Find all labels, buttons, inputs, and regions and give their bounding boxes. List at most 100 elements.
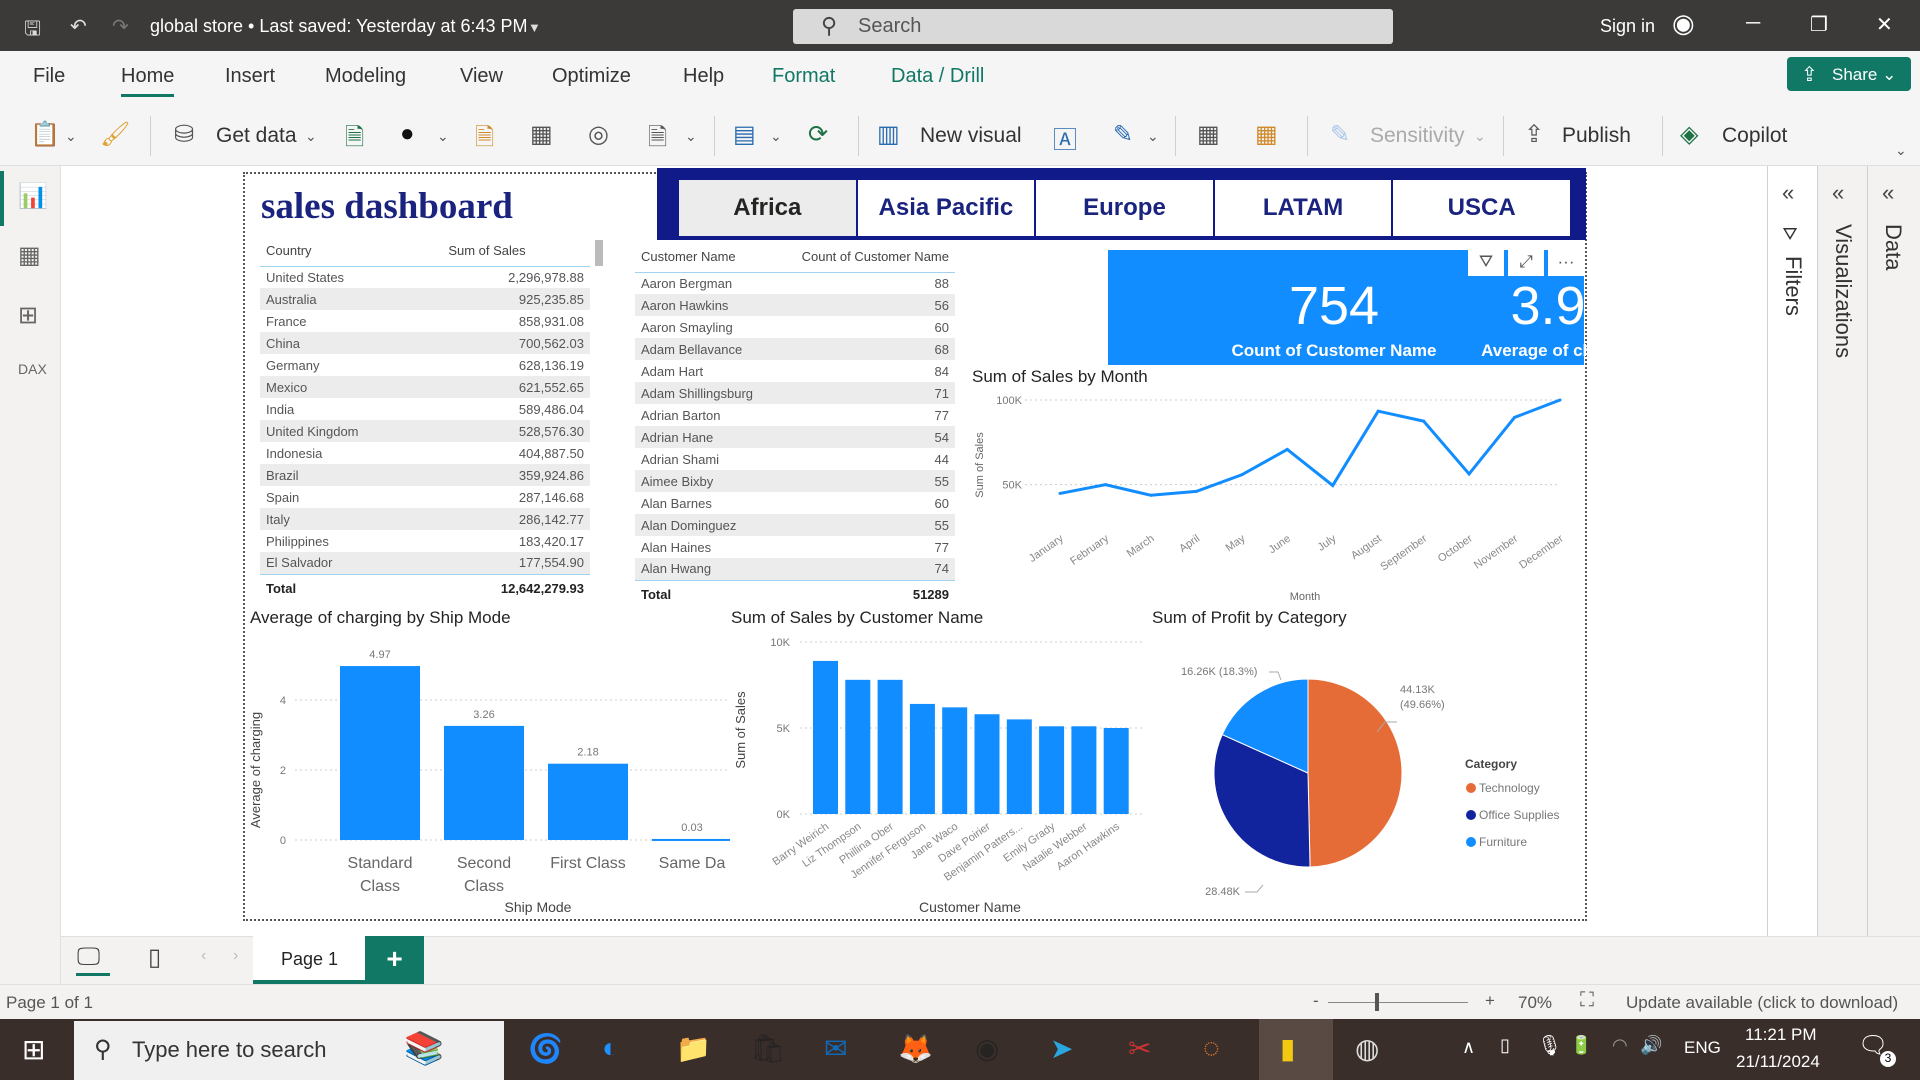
- telegram-icon[interactable]: ➤: [1050, 1032, 1073, 1065]
- sql-server-icon[interactable]: 🗎: [475, 120, 494, 161]
- table-row[interactable]: Germany 628,136.19: [260, 354, 590, 376]
- sign-in-link[interactable]: Sign in: [1600, 16, 1655, 37]
- format-painter-icon[interactable]: 🖌: [100, 120, 130, 149]
- publish-button[interactable]: Publish: [1562, 124, 1631, 148]
- table-row[interactable]: Mexico 621,552.65: [260, 376, 590, 398]
- fit-to-page-icon[interactable]: ⛶: [1580, 989, 1594, 1012]
- microsoft-store-icon[interactable]: 🛍: [750, 1032, 786, 1065]
- refresh-icon[interactable]: ⟳: [808, 120, 828, 149]
- microphone-icon[interactable]: 🎙: [1537, 1033, 1562, 1058]
- title-dropdown-icon[interactable]: ▼: [528, 20, 541, 35]
- recent-sources-dropdown-icon[interactable]: ⌄: [685, 128, 697, 145]
- column-header-count-of-customer[interactable]: Count of Customer Name: [775, 242, 955, 273]
- report-view-icon[interactable]: 📊: [18, 182, 48, 211]
- slicer-option-asia-pacific[interactable]: Asia Pacific: [857, 180, 1037, 236]
- tab-data-drill[interactable]: Data / Drill: [891, 65, 984, 88]
- focus-mode-icon[interactable]: ⤢: [1508, 250, 1544, 276]
- zoom-out-button[interactable]: -: [1313, 991, 1319, 1011]
- copilot-button[interactable]: Copilot: [1722, 124, 1787, 148]
- save-icon[interactable]: 🖫: [24, 14, 41, 48]
- tab-insert[interactable]: Insert: [225, 65, 275, 88]
- next-page-icon[interactable]: ›: [233, 947, 238, 965]
- edge-icon[interactable]: ◐: [602, 1032, 619, 1064]
- desktop-layout-icon[interactable]: 🖵: [77, 943, 100, 971]
- table-row[interactable]: Alan Hwang 74: [635, 558, 955, 580]
- slicer-option-usca[interactable]: USCA: [1393, 180, 1572, 236]
- filters-pane[interactable]: « ⛛ Filters: [1767, 166, 1817, 936]
- table-row[interactable]: Brazil 359,924.86: [260, 464, 590, 486]
- column-header-customer-name[interactable]: Customer Name: [635, 242, 776, 273]
- zoom-slider[interactable]: [1328, 1002, 1468, 1003]
- table-row[interactable]: United States 2,296,978.88: [260, 266, 590, 288]
- sensitivity-button[interactable]: Sensitivity: [1370, 124, 1465, 148]
- tab-view[interactable]: View: [460, 65, 503, 88]
- minimize-button[interactable]: ─: [1746, 12, 1760, 35]
- expand-filters-icon[interactable]: «: [1782, 180, 1794, 206]
- page-tab-page-1[interactable]: Page 1: [253, 936, 365, 984]
- firefox-icon[interactable]: 🦊: [898, 1032, 933, 1065]
- table-row[interactable]: China 700,562.03: [260, 332, 590, 354]
- tab-modeling[interactable]: Modeling: [325, 65, 406, 88]
- table-row[interactable]: Australia 925,235.85: [260, 288, 590, 310]
- column-header-country[interactable]: Country: [260, 236, 419, 267]
- paste-icon[interactable]: 📋: [30, 120, 60, 149]
- show-hidden-icons[interactable]: ∧: [1462, 1037, 1475, 1058]
- copilot-app-icon[interactable]: 🌀: [528, 1032, 563, 1065]
- recent-sources-icon[interactable]: 🗎: [648, 120, 667, 161]
- battery-icon[interactable]: 🔋: [1570, 1035, 1592, 1056]
- file-explorer-icon[interactable]: 📁: [676, 1032, 711, 1065]
- table-row[interactable]: United Kingdom 528,576.30: [260, 420, 590, 442]
- data-pane[interactable]: « Data: [1867, 166, 1920, 936]
- tab-optimize[interactable]: Optimize: [552, 65, 631, 88]
- table-row[interactable]: France 858,931.08: [260, 310, 590, 332]
- update-available-link[interactable]: Update available (click to download): [1626, 993, 1898, 1013]
- zoom-slider-thumb[interactable]: [1375, 993, 1379, 1011]
- transform-dropdown-icon[interactable]: ⌄: [770, 128, 782, 145]
- table-row[interactable]: Adrian Barton 77: [635, 404, 955, 426]
- new-visual-button[interactable]: New visual: [920, 124, 1022, 148]
- windows-start-icon[interactable]: ⊞: [22, 1033, 45, 1066]
- table-row[interactable]: Aaron Smayling 60: [635, 316, 955, 338]
- table-view-icon[interactable]: ▦: [18, 241, 41, 270]
- share-button[interactable]: ⇪ Share ⌄: [1787, 57, 1911, 91]
- redo-icon[interactable]: ↷: [112, 14, 129, 39]
- language-indicator[interactable]: ENG: [1684, 1038, 1721, 1058]
- model-view-icon[interactable]: ⊞: [18, 301, 38, 330]
- close-button[interactable]: ✕: [1876, 12, 1893, 37]
- slicer-option-europe[interactable]: Europe: [1036, 180, 1215, 236]
- table-row[interactable]: Aaron Bergman 88: [635, 272, 955, 294]
- filter-icon[interactable]: ⛛: [1468, 250, 1504, 276]
- paste-dropdown-icon[interactable]: ⌄: [65, 128, 77, 145]
- powerbi-icon[interactable]: ▮: [1280, 1032, 1295, 1065]
- volume-icon[interactable]: 🔊: [1640, 1035, 1662, 1056]
- new-measure-icon[interactable]: ▦: [1197, 120, 1220, 149]
- table-row[interactable]: Aimee Bixby 55: [635, 470, 955, 492]
- snipping-tool-icon[interactable]: ✂: [1128, 1032, 1151, 1065]
- transform-data-icon[interactable]: ▤: [733, 120, 756, 149]
- account-icon[interactable]: ◉: [1672, 8, 1695, 39]
- more-visuals-icon[interactable]: ✎: [1113, 120, 1133, 149]
- quick-measure-icon[interactable]: ▦: [1255, 120, 1278, 149]
- tab-format[interactable]: Format: [772, 65, 835, 88]
- more-options-icon[interactable]: ···: [1548, 250, 1584, 276]
- table-row[interactable]: Spain 287,146.68: [260, 486, 590, 508]
- device-icon[interactable]: ▯: [1500, 1035, 1510, 1056]
- powerbi-taskbar-active[interactable]: [1259, 1019, 1333, 1080]
- enter-data-icon[interactable]: ▦: [530, 120, 553, 149]
- dax-query-view-icon[interactable]: DAX: [18, 361, 47, 377]
- table-row[interactable]: Adam Shillingsburg 71: [635, 382, 955, 404]
- previous-page-icon[interactable]: ‹: [201, 947, 206, 965]
- slicer-option-latam[interactable]: LATAM: [1214, 180, 1394, 236]
- expand-visualizations-icon[interactable]: «: [1832, 180, 1844, 206]
- slicer-option-africa[interactable]: Africa: [679, 180, 858, 236]
- visualizations-pane[interactable]: « Visualizations: [1817, 166, 1867, 936]
- restore-button[interactable]: ❐: [1810, 12, 1828, 37]
- table-row[interactable]: Adam Bellavance 68: [635, 338, 955, 360]
- outlook-icon[interactable]: ✉: [824, 1032, 847, 1065]
- table-row[interactable]: Alan Barnes 60: [635, 492, 955, 514]
- onelake-icon[interactable]: ●: [400, 120, 415, 148]
- tab-file[interactable]: File: [33, 65, 65, 88]
- table-row[interactable]: Adrian Shami 44: [635, 448, 955, 470]
- clock-time[interactable]: 11:21 PM: [1745, 1025, 1817, 1045]
- add-page-button[interactable]: +: [365, 936, 424, 984]
